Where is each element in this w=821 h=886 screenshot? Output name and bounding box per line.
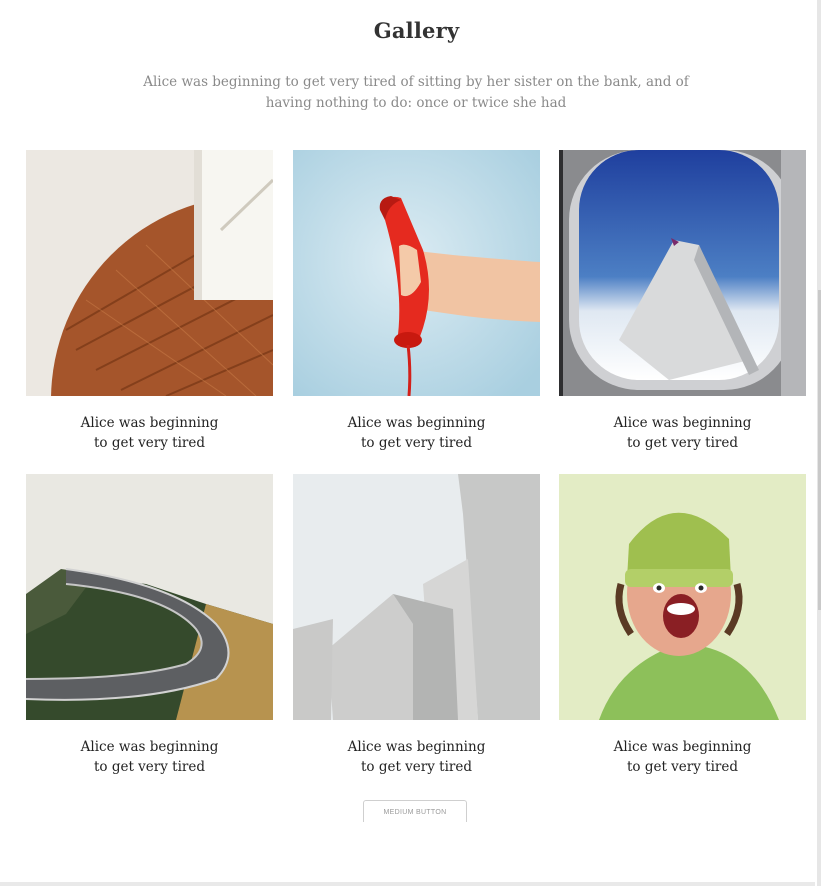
airplane-window-image <box>559 150 806 396</box>
coastal-road-image <box>26 474 273 720</box>
bottom-divider <box>0 882 815 886</box>
card-caption: Alice was beginning to get very tired <box>613 739 752 775</box>
photo-concrete-blocks[interactable] <box>293 474 540 720</box>
photo-airplane-window[interactable] <box>559 150 806 396</box>
photo-staircase[interactable] <box>26 150 273 396</box>
gallery-card[interactable]: Alice was beginning to get very tired <box>559 150 806 453</box>
gallery-card[interactable]: Alice was beginning to get very tired <box>26 474 273 777</box>
staircase-image <box>26 150 273 396</box>
gallery-intro: Alice was beginning to get very tired of… <box>143 74 689 111</box>
excited-man-image <box>559 474 806 720</box>
concrete-blocks-image <box>293 474 540 720</box>
gallery-card[interactable]: Alice was beginning to get very tired <box>293 474 540 777</box>
photo-excited-man[interactable] <box>559 474 806 720</box>
page-scrollbar[interactable] <box>817 0 821 886</box>
gallery-card[interactable]: Alice was beginning to get very tired <box>293 150 540 453</box>
photo-coastal-road[interactable] <box>26 474 273 720</box>
card-caption: Alice was beginning to get very tired <box>80 415 219 451</box>
photo-red-phone[interactable] <box>293 150 540 396</box>
medium-button[interactable]: MEDIUM BUTTON <box>363 800 467 822</box>
card-caption: Alice was beginning to get very tired <box>613 415 752 451</box>
gallery-card[interactable]: Alice was beginning to get very tired <box>26 150 273 453</box>
red-phone-image <box>293 150 540 396</box>
card-caption: Alice was beginning to get very tired <box>80 739 219 775</box>
card-caption: Alice was beginning to get very tired <box>347 739 486 775</box>
card-caption: Alice was beginning to get very tired <box>347 415 486 451</box>
gallery-card[interactable]: Alice was beginning to get very tired <box>559 474 806 777</box>
gallery-title: Gallery <box>373 18 460 43</box>
